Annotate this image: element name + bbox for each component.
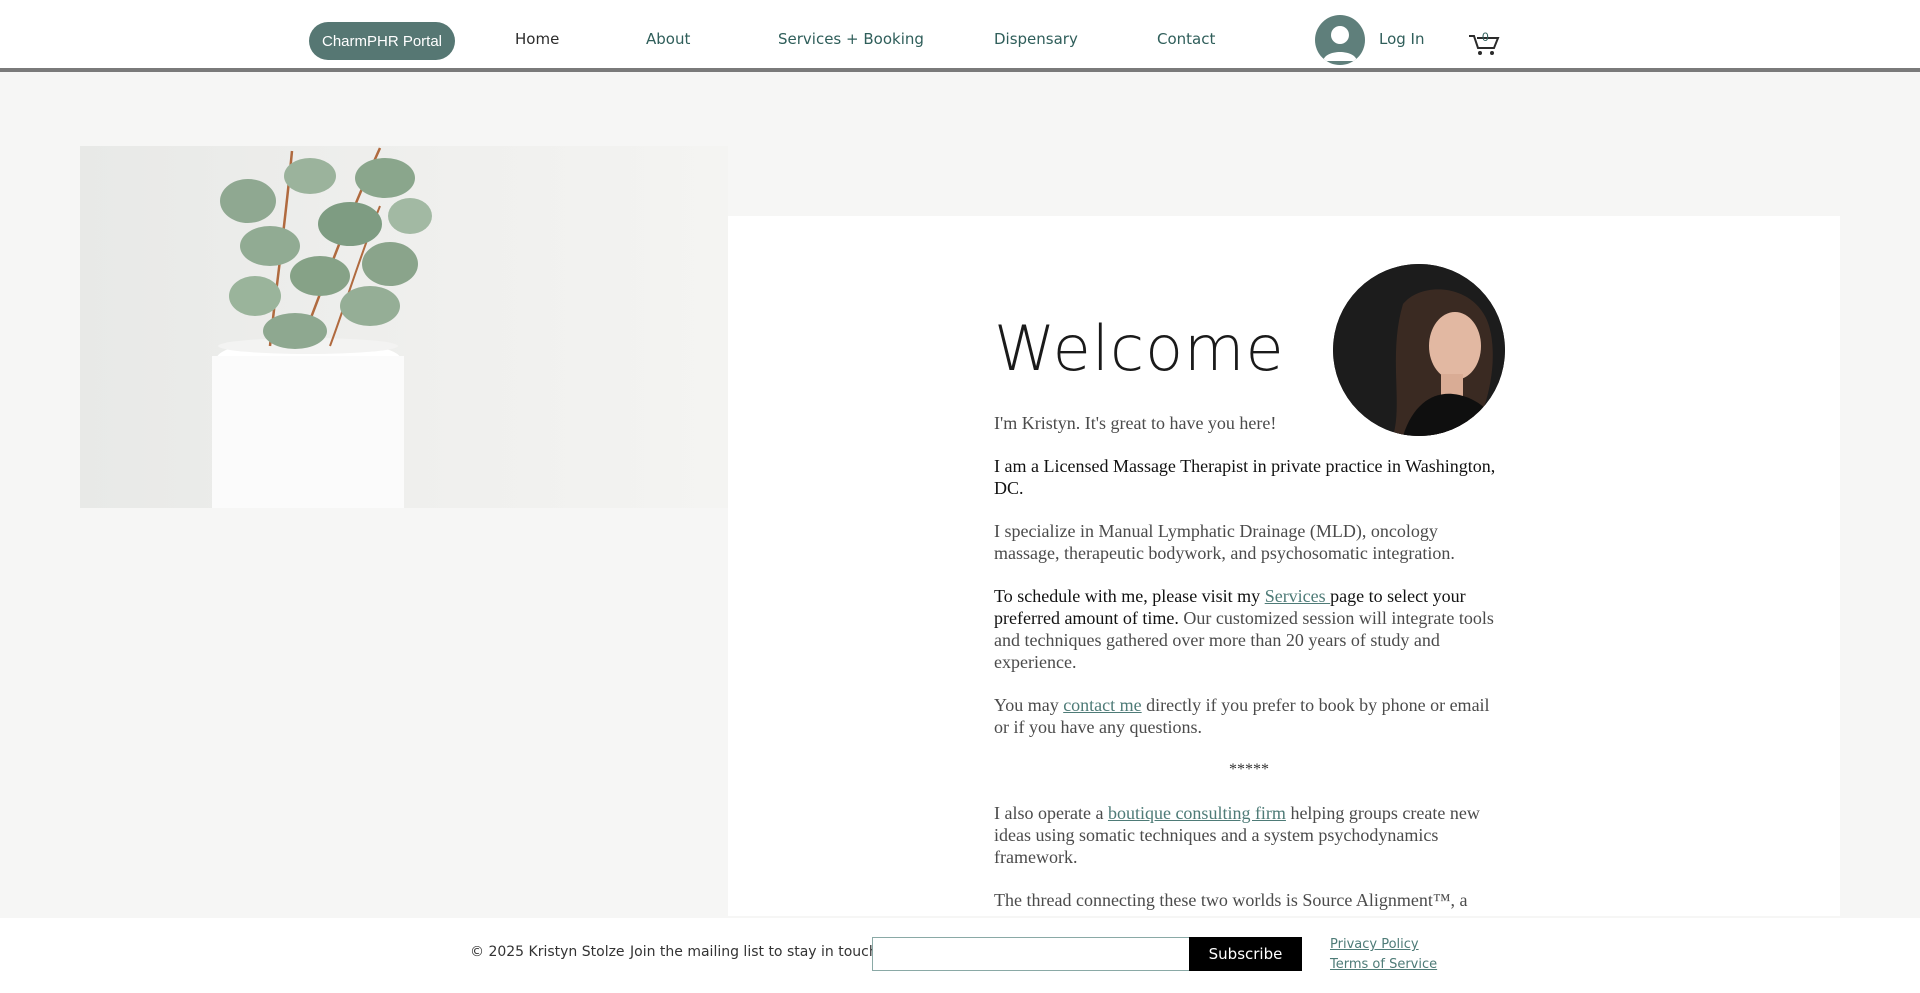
site-header: CharmPHR Portal Home About Services + Bo… xyxy=(0,0,1920,72)
paragraph-source-alignment: The thread connecting these two worlds i… xyxy=(994,890,1468,910)
nav-home[interactable]: Home xyxy=(515,30,559,48)
paragraph-practice: I am a Licensed Massage Therapist in pri… xyxy=(994,456,1496,498)
nav-dispensary[interactable]: Dispensary xyxy=(994,30,1078,48)
charmphr-portal-button[interactable]: CharmPHR Portal xyxy=(309,22,455,60)
portrait-photo xyxy=(1333,264,1505,436)
copyright-text: © 2025 Kristyn Stolze xyxy=(470,944,625,960)
contact-me-link[interactable]: contact me xyxy=(1063,695,1141,715)
privacy-policy-link[interactable]: Privacy Policy xyxy=(1330,937,1419,952)
paragraph-consulting: I also operate a boutique consulting fir… xyxy=(994,802,1504,868)
nav-contact[interactable]: Contact xyxy=(1157,30,1215,48)
subscribe-button[interactable]: Subscribe xyxy=(1189,937,1302,971)
paragraph-specialties: I specialize in Manual Lymphatic Drainag… xyxy=(994,521,1455,563)
contact-text: You may xyxy=(994,695,1064,715)
cart-count: 0 xyxy=(1482,30,1489,44)
schedule-text: To schedule with me, please visit my xyxy=(994,586,1265,606)
consulting-firm-link[interactable]: boutique consulting firm xyxy=(1108,803,1286,823)
consulting-text: I also operate a xyxy=(994,803,1108,823)
services-link[interactable]: Services xyxy=(1265,586,1330,606)
nav-about[interactable]: About xyxy=(646,30,690,48)
divider-stars: ***** xyxy=(1229,761,1269,778)
paragraph-contact: You may contact me directly if you prefe… xyxy=(994,694,1504,738)
page-title: Welcome xyxy=(994,312,1285,385)
email-input[interactable] xyxy=(872,937,1190,971)
login-link[interactable]: Log In xyxy=(1379,30,1425,48)
mailing-list-text: Join the mailing list to stay in touch! xyxy=(630,944,884,960)
intro-text: I'm Kristyn. It's great to have you here… xyxy=(994,413,1277,433)
terms-of-service-link[interactable]: Terms of Service xyxy=(1330,957,1437,972)
nav-services-booking[interactable]: Services + Booking xyxy=(778,30,924,48)
hero-plant-image xyxy=(80,146,728,508)
avatar-icon[interactable] xyxy=(1315,15,1365,65)
paragraph-schedule: To schedule with me, please visit my Ser… xyxy=(994,585,1504,673)
main-content: I'm Kristyn. It's great to have you here… xyxy=(994,412,1504,932)
